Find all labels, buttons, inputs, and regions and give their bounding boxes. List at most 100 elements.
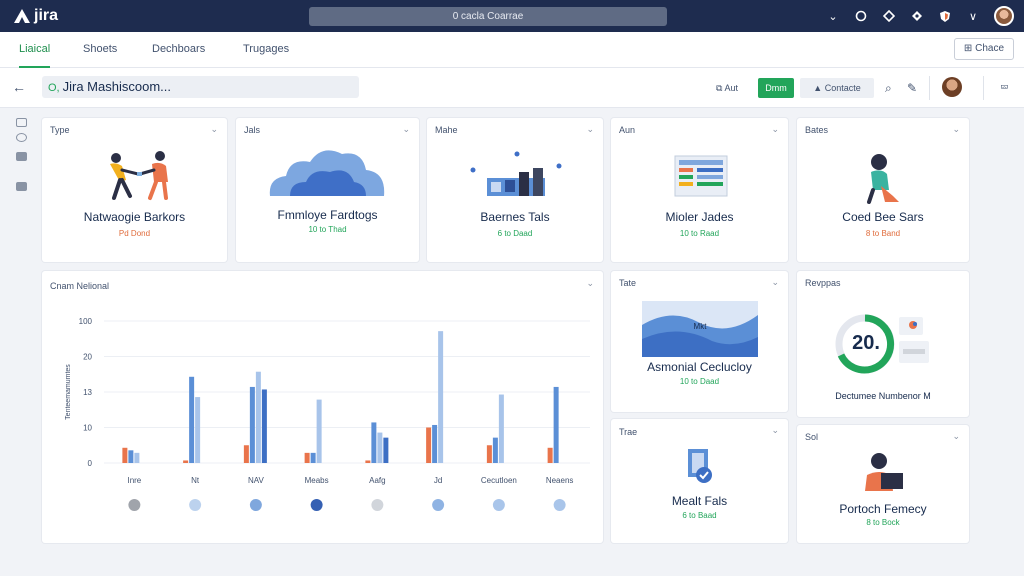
jira-logo[interactable]: jira <box>14 7 58 25</box>
y-tick-label: 100 <box>79 317 93 326</box>
tab-shoets[interactable]: Shoets <box>83 32 117 68</box>
dashboard-card[interactable]: Mahe ⌄ Baernes Tals 6 to Daad <box>427 118 603 262</box>
notification-icon[interactable] <box>854 9 868 23</box>
legend-dot <box>310 499 323 511</box>
chart-bar <box>243 445 249 463</box>
chevron-down-icon[interactable]: ⌄ <box>826 9 840 23</box>
toolbar-divider <box>929 76 930 100</box>
chart-bar <box>122 447 128 463</box>
card-subtitle: 8 to Bock <box>866 518 900 527</box>
x-tick-label: Aafg <box>369 476 385 485</box>
card-title: Coed Bee Sars <box>842 210 924 224</box>
gauge-value: 20. <box>852 332 880 354</box>
card-title: Portoch Femecy <box>839 502 927 516</box>
dashboard-card[interactable]: Tate ⌄ Mkt Asmonial Ceclucloy 10 to Daad <box>611 271 788 412</box>
dashboard-card[interactable]: Sol ⌄ Portoch Femecy 8 to Bock <box>797 425 969 543</box>
page-search-value: Jira Mashiscoom... <box>62 79 171 94</box>
legend-dot <box>371 499 384 511</box>
contact-button[interactable]: ▲ Contacte <box>800 78 874 98</box>
chevron-down-icon[interactable]: ⌄ <box>771 124 779 135</box>
search-icon: O, <box>48 82 60 94</box>
back-arrow-icon[interactable]: ← <box>12 79 26 95</box>
shield-icon[interactable] <box>938 9 952 23</box>
calendar-icon[interactable] <box>16 152 27 161</box>
reports-icon[interactable] <box>16 182 27 191</box>
card-title: Baernes Tals <box>480 210 550 224</box>
legend-dot <box>432 499 445 511</box>
dashboard-card[interactable]: Jals ⌄ Fmmloye Fardtogs 10 to Thad <box>236 118 419 262</box>
card-label: Revppas <box>805 278 841 288</box>
y-tick-label: 13 <box>83 388 92 397</box>
card-label: Aun <box>619 125 636 135</box>
global-search-input[interactable]: 0 cacla Coarrae <box>309 7 667 26</box>
dashboard-card[interactable]: Aun ⌄ Mioler Jades 10 to Raad <box>611 118 788 262</box>
chart-bar <box>249 386 255 463</box>
avatar[interactable] <box>942 77 962 97</box>
y-tick-label: 0 <box>88 459 93 468</box>
shelves-illustration <box>470 151 562 196</box>
chevron-down-icon[interactable]: ⌄ <box>771 425 779 436</box>
chevron-down-icon[interactable]: ⌄ <box>586 124 594 135</box>
grid-icon: ⊞ <box>963 43 973 54</box>
tab-trugages[interactable]: Trugages <box>243 32 289 68</box>
chevron-down-icon[interactable]: ⌄ <box>771 277 779 288</box>
chart-bar <box>365 460 371 463</box>
chart-bar <box>316 399 322 463</box>
search-rail-icon[interactable] <box>16 133 27 142</box>
card-title: Asmonial Ceclucloy <box>647 360 752 374</box>
dashboard-card[interactable]: Revppas 20. Dectumee Numbenor M <box>797 271 969 417</box>
page-search-input[interactable]: O, Jira Mashiscoom... <box>42 76 359 98</box>
edit-icon[interactable]: ✎ <box>907 78 917 98</box>
chart-bar <box>310 452 316 463</box>
x-tick-label: Jd <box>434 476 442 485</box>
x-tick-label: Nt <box>191 476 200 485</box>
jira-logo-icon <box>14 9 30 23</box>
settings-icon[interactable] <box>910 9 924 23</box>
chart-bar <box>432 424 438 463</box>
toolbar-divider <box>983 76 984 100</box>
chart-bar <box>486 445 492 463</box>
x-tick-label: Meabs <box>305 476 329 485</box>
chevron-down-icon[interactable]: ⌄ <box>210 124 218 135</box>
chevron-down-icon[interactable]: ⌄ <box>952 431 960 442</box>
export-icon[interactable]: ⮹ <box>1000 78 1009 98</box>
dashboard-card[interactable]: Bates ⌄ Coed Bee Sars 8 to Band <box>797 118 969 262</box>
landscape-label: Mkt <box>694 322 708 331</box>
card-subtitle: 8 to Band <box>865 229 901 238</box>
add-button[interactable]: ⧉ Aut <box>716 78 738 98</box>
logo-text: jira <box>34 7 59 24</box>
person-illustration <box>867 154 899 204</box>
chart-bar <box>255 371 261 463</box>
legend-dot <box>128 499 141 511</box>
tab-liaical[interactable]: Liaical <box>19 32 51 68</box>
pin-icon[interactable]: ⌕ <box>885 78 892 98</box>
x-tick-label: Inre <box>127 476 141 485</box>
chace-button-label: Chace <box>975 43 1004 54</box>
left-rail <box>0 108 40 576</box>
avatar[interactable] <box>994 6 1014 26</box>
chart-bar <box>371 422 377 463</box>
chevron-down-icon[interactable]: ⌄ <box>402 124 410 135</box>
cloud-illustration <box>269 150 385 196</box>
card-label: Mahe <box>435 125 458 135</box>
help-icon[interactable] <box>882 9 896 23</box>
card-subtitle: 6 to Baad <box>682 511 717 520</box>
x-tick-label: Cecutloen <box>481 476 517 485</box>
account-chevron-icon[interactable]: ∨ <box>966 9 980 23</box>
tab-dechboars[interactable]: Dechboars <box>152 32 205 68</box>
tab-bar: Liaical Shoets Dechboars Trugages ⊞ Chac… <box>0 32 1024 68</box>
dashboard-card[interactable]: Trae ⌄ Mealt Fals 6 to Baad <box>611 419 788 543</box>
y-axis-label: Tenteemamumtes <box>65 364 72 420</box>
x-tick-label: Neaens <box>546 476 574 485</box>
chace-button[interactable]: ⊞ Chace <box>953 38 1014 60</box>
card-subtitle: 10 to Raad <box>679 229 720 238</box>
board-icon[interactable] <box>16 118 27 127</box>
chart-card[interactable]: Cnam Nelional ⌄ 0 10 13 20 100 Tenteemamumtes… <box>42 271 603 543</box>
share-button[interactable]: Dmm <box>758 78 794 98</box>
card-title: Mealt Fals <box>671 494 728 508</box>
chart-bar <box>383 437 389 463</box>
card-label: Trae <box>619 427 638 437</box>
dashboard-card[interactable]: Type ⌄ Natwaogie Barkors Pd Dond <box>42 118 227 262</box>
y-tick-label: 20 <box>83 353 92 362</box>
chevron-down-icon[interactable]: ⌄ <box>952 124 960 135</box>
